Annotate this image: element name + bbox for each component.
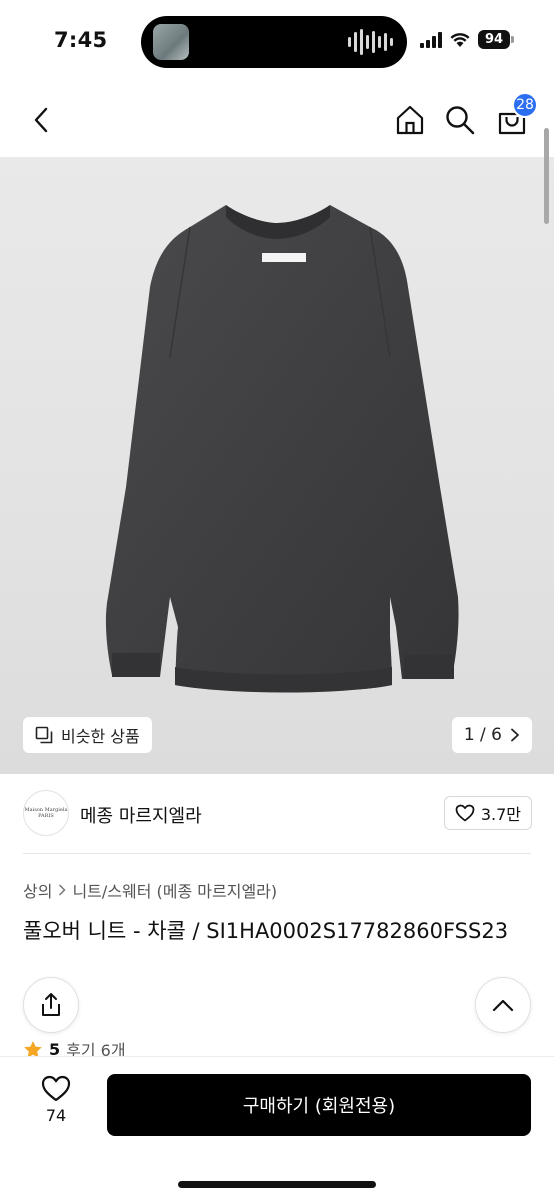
wishlist-button[interactable]: 74	[30, 1075, 82, 1135]
audio-wave-icon	[348, 28, 393, 56]
battery-indicator: 94	[478, 30, 514, 49]
cart-button[interactable]: 28	[492, 92, 538, 140]
heart-icon	[455, 804, 475, 822]
brand-row[interactable]: Maison Margiela PARIS 메종 마르지엘라 3.7만	[0, 784, 554, 844]
status-bar: 7:45 94	[0, 0, 554, 82]
product-image-carousel[interactable]: 비슷한 상품 1 / 6	[0, 157, 554, 774]
brand-name[interactable]: 메종 마르지엘라	[80, 802, 202, 828]
bottom-action-bar: 74 구매하기 (회원전용)	[0, 1056, 554, 1200]
product-photo	[105, 205, 459, 693]
search-button[interactable]	[440, 100, 480, 140]
dynamic-island	[141, 16, 407, 68]
cart-count-badge: 28	[512, 92, 538, 118]
share-button[interactable]	[23, 977, 79, 1033]
similar-products-label: 비슷한 상품	[61, 727, 140, 746]
wifi-icon	[450, 32, 470, 47]
scroll-to-top-button[interactable]	[475, 977, 531, 1033]
share-icon	[42, 993, 60, 1016]
home-indicator	[178, 1181, 376, 1188]
status-time: 7:45	[54, 28, 108, 52]
image-page-indicator[interactable]: 1 / 6	[451, 717, 532, 753]
buy-button[interactable]: 구매하기 (회원전용)	[107, 1074, 531, 1136]
similar-products-button[interactable]: 비슷한 상품	[23, 717, 152, 753]
wishlist-count: 74	[45, 1106, 67, 1125]
heart-icon	[41, 1075, 71, 1102]
brand-logo[interactable]: Maison Margiela PARIS	[23, 790, 69, 836]
battery-level: 94	[478, 30, 510, 49]
product-title: 풀오버 니트 - 차콜 / SI1HA0002S17782860FSS23	[23, 919, 509, 943]
breadcrumb-category[interactable]: 상의	[23, 878, 52, 902]
back-button[interactable]	[22, 100, 62, 140]
top-navigation: 28	[0, 90, 554, 152]
page-indicator-label: 1 / 6	[463, 725, 502, 745]
now-playing-thumbnail	[153, 24, 189, 60]
divider	[23, 853, 531, 854]
scrollbar[interactable]	[544, 128, 549, 224]
copy-icon	[35, 726, 53, 744]
brand-like-count: 3.7만	[480, 805, 521, 824]
chevron-right-icon	[511, 728, 519, 742]
breadcrumb-subcategory[interactable]: 니트/스웨터 (메종 마르지엘라)	[72, 878, 277, 902]
brand-like-button[interactable]: 3.7만	[443, 796, 532, 830]
brand-logo-line2: PARIS	[38, 813, 54, 819]
breadcrumb: 상의 니트/스웨터 (메종 마르지엘라)	[23, 878, 277, 902]
home-icon	[396, 105, 424, 135]
chevron-right-icon	[59, 884, 67, 896]
chevron-left-icon	[34, 107, 48, 133]
chevron-up-icon	[492, 999, 514, 1012]
cellular-signal-icon	[420, 31, 442, 48]
home-button[interactable]	[390, 100, 430, 140]
search-icon	[446, 106, 475, 135]
